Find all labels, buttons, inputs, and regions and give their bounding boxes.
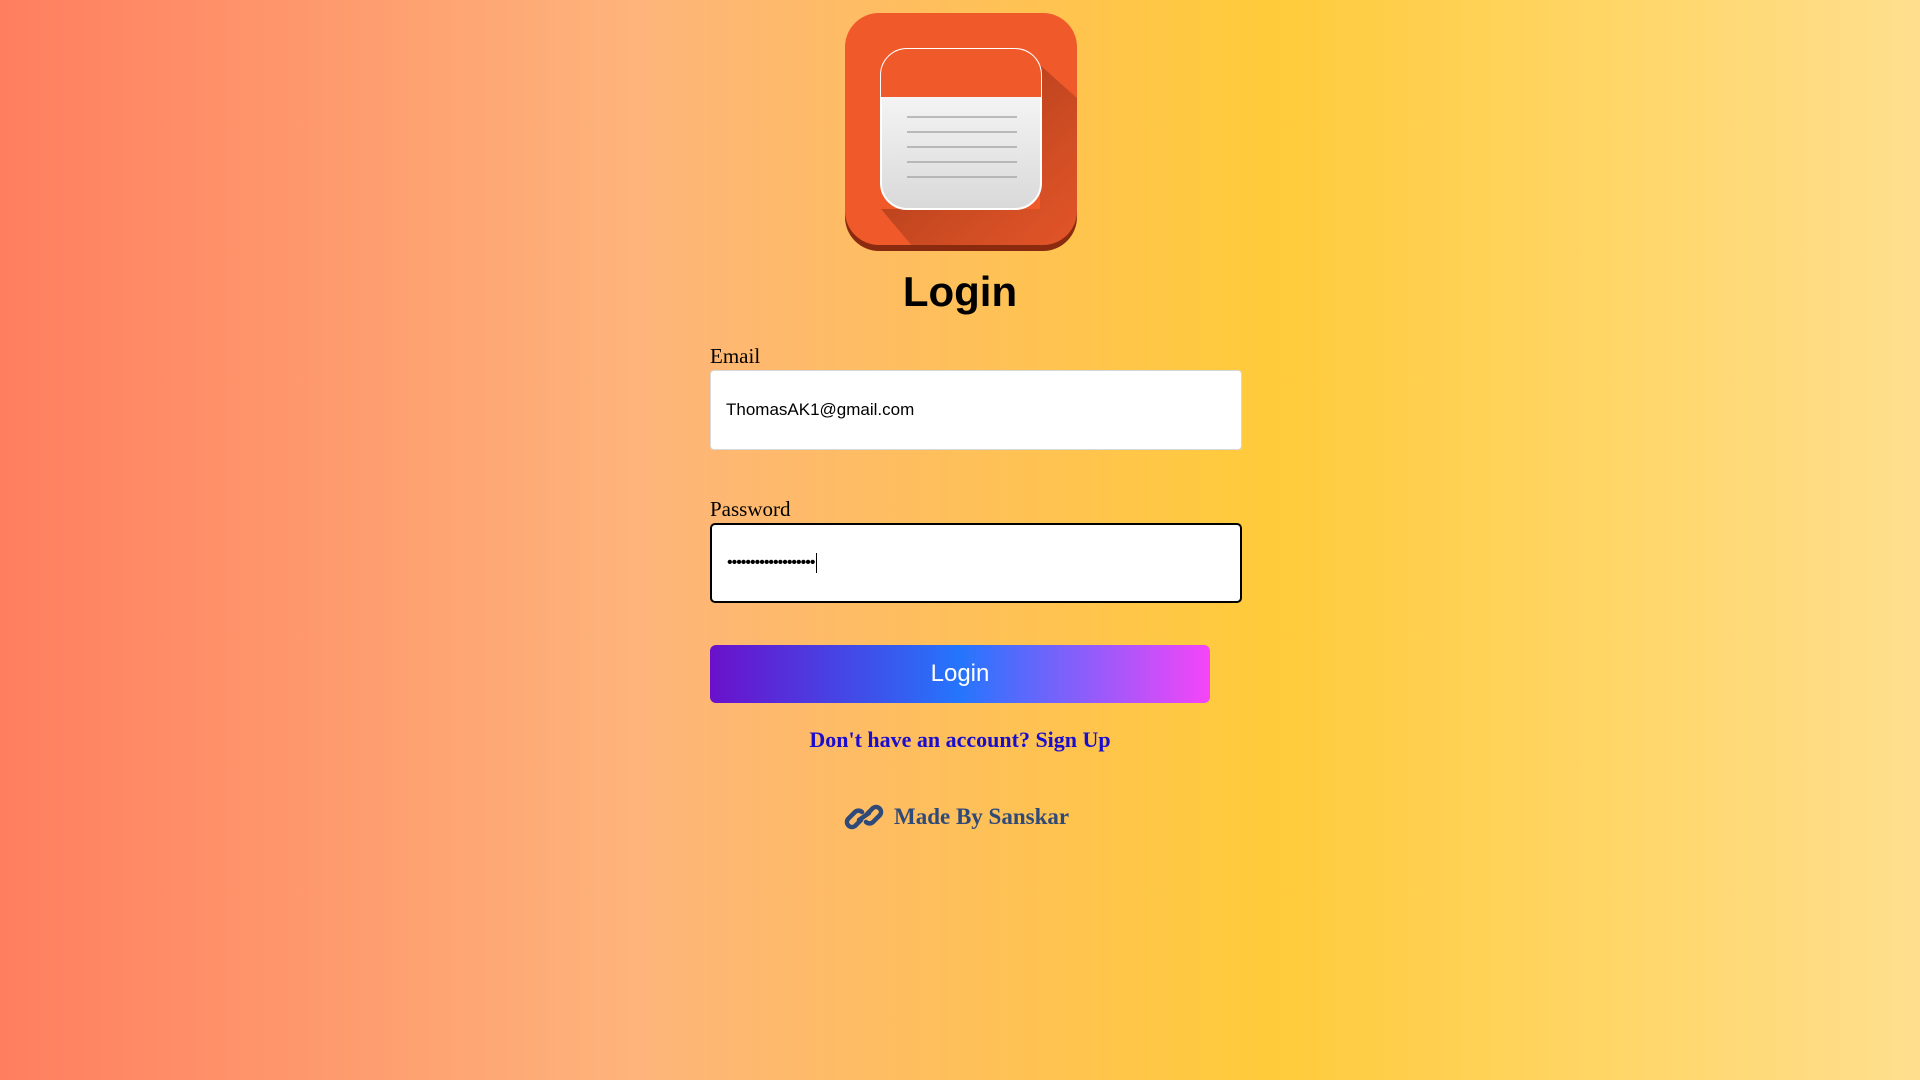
email-field-value: ThomasAK1@gmail.com: [726, 400, 915, 419]
signup-link[interactable]: Don't have an account? Sign Up: [710, 725, 1210, 755]
password-label: Password: [710, 497, 791, 521]
text-caret: [816, 553, 818, 573]
email-label: Email: [710, 344, 761, 368]
page-title: Login: [902, 268, 1018, 315]
link-icon: [844, 804, 884, 830]
made-by-footer[interactable]: Made By Sanskar: [844, 800, 1069, 834]
password-field[interactable]: •••••••••••••••••••: [710, 523, 1242, 603]
login-button[interactable]: Login: [710, 645, 1210, 703]
email-field[interactable]: ThomasAK1@gmail.com: [710, 370, 1242, 450]
made-by-text: Made By Sanskar: [894, 804, 1070, 829]
password-field-value: •••••••••••••••••••: [727, 554, 815, 571]
notepad-icon: [845, 13, 1077, 251]
